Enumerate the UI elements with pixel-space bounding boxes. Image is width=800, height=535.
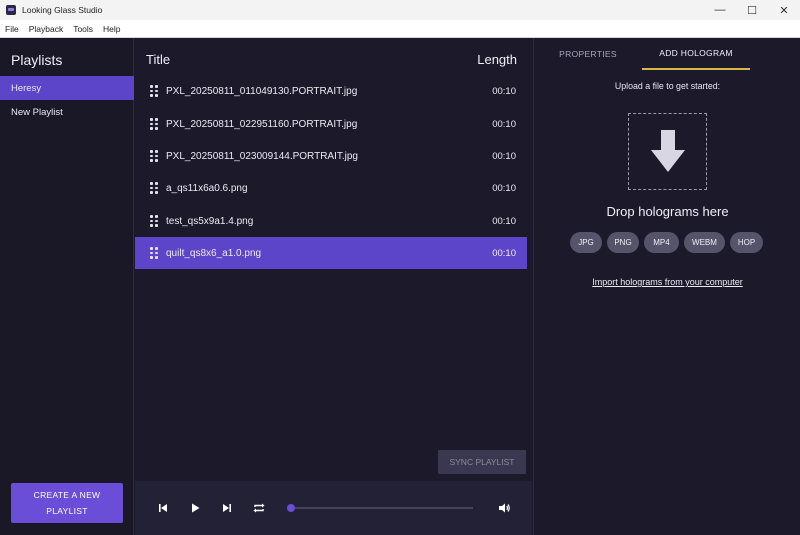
format-badge-png: PNG	[607, 232, 639, 253]
playlist-item-label: New Playlist	[11, 106, 63, 118]
drop-holograms-text: Drop holograms here	[606, 204, 729, 219]
minimize-button[interactable]: —	[704, 0, 736, 20]
import-holograms-link[interactable]: Import holograms from your computer	[534, 277, 800, 287]
format-badge-webm: WEBM	[684, 232, 725, 253]
menu-tools[interactable]: Tools	[68, 24, 98, 34]
drag-handle-icon[interactable]	[150, 182, 158, 194]
menu-help[interactable]: Help	[98, 24, 125, 34]
close-button[interactable]: ✕	[768, 0, 800, 20]
format-badge-hop: HOP	[730, 232, 763, 253]
file-row-selected[interactable]: quilt_qs8x6_a1.0.png 00:10	[135, 237, 527, 269]
app-logo-icon	[6, 5, 16, 15]
create-playlist-button[interactable]: CREATE A NEW PLAYLIST	[11, 483, 123, 523]
drag-handle-icon[interactable]	[150, 150, 158, 162]
upload-instruction: Upload a file to get started:	[614, 81, 721, 91]
skip-previous-icon[interactable]	[156, 501, 170, 515]
drag-handle-icon[interactable]	[150, 215, 158, 227]
file-row[interactable]: PXL_20250811_011049130.PORTRAIT.jpg 00:1…	[135, 75, 527, 107]
title-bar: Looking Glass Studio — ☐ ✕	[0, 0, 800, 20]
column-header-title: Title	[146, 52, 171, 67]
file-name: PXL_20250811_011049130.PORTRAIT.jpg	[166, 85, 358, 97]
file-length: 00:10	[492, 118, 516, 130]
drag-handle-icon[interactable]	[150, 118, 158, 130]
file-name: PXL_20250811_023009144.PORTRAIT.jpg	[166, 150, 358, 162]
sidebar-title: Playlists	[11, 52, 63, 68]
playlist-item-heresy[interactable]: Heresy	[0, 76, 134, 100]
tab-add-hologram[interactable]: ADD HOLOGRAM	[642, 38, 750, 70]
file-length: 00:10	[492, 247, 516, 259]
player-controls	[135, 481, 532, 535]
file-name: a_qs11x6a0.6.png	[166, 182, 248, 194]
play-icon[interactable]	[188, 501, 202, 515]
menu-playback[interactable]: Playback	[24, 24, 69, 34]
repeat-icon[interactable]	[252, 501, 266, 515]
drag-handle-icon[interactable]	[150, 247, 158, 259]
file-length: 00:10	[492, 215, 516, 227]
tab-properties[interactable]: PROPERTIES	[552, 38, 624, 70]
maximize-button[interactable]: ☐	[736, 0, 768, 20]
sync-playlist-button[interactable]: SYNC PLAYLIST	[438, 450, 526, 474]
file-length: 00:10	[492, 150, 516, 162]
file-length: 00:10	[492, 85, 516, 97]
file-row[interactable]: test_qs5x9a1.4.png 00:10	[135, 205, 527, 237]
playlist-item-new-playlist[interactable]: New Playlist	[0, 100, 134, 124]
skip-next-icon[interactable]	[220, 501, 234, 515]
drag-handle-icon[interactable]	[150, 85, 158, 97]
window-controls: — ☐ ✕	[704, 0, 800, 20]
menu-bar: File Playback Tools Help	[0, 20, 800, 38]
file-row[interactable]: a_qs11x6a0.6.png 00:10	[135, 172, 527, 204]
file-row[interactable]: PXL_20250811_023009144.PORTRAIT.jpg 00:1…	[135, 140, 527, 172]
file-name: PXL_20250811_022951160.PORTRAIT.jpg	[166, 118, 358, 130]
volume-icon[interactable]	[497, 501, 511, 515]
arrow-down-icon	[650, 129, 685, 172]
playlist-item-label: Heresy	[11, 82, 42, 94]
create-playlist-label-line1: CREATE A NEW	[33, 490, 101, 500]
hologram-drop-zone[interactable]	[628, 113, 707, 190]
file-length: 00:10	[492, 182, 516, 194]
column-header-length: Length	[477, 52, 517, 67]
playback-progress-slider[interactable]	[287, 504, 473, 512]
file-name: test_qs5x9a1.4.png	[166, 215, 254, 227]
hologram-panel: PROPERTIES ADD HOLOGRAM Upload a file to…	[533, 38, 800, 535]
supported-formats: JPG PNG MP4 WEBM HOP	[570, 232, 768, 253]
playlist-content: Title Length PXL_20250811_011049130.PORT…	[135, 38, 532, 535]
format-badge-mp4: MP4	[644, 232, 679, 253]
file-row[interactable]: PXL_20250811_022951160.PORTRAIT.jpg 00:1…	[135, 108, 527, 140]
progress-knob[interactable]	[287, 504, 295, 512]
format-badge-jpg: JPG	[570, 232, 602, 253]
window-title: Looking Glass Studio	[22, 5, 103, 15]
menu-file[interactable]: File	[0, 24, 24, 34]
file-name: quilt_qs8x6_a1.0.png	[166, 247, 262, 259]
create-playlist-label-line2: PLAYLIST	[46, 506, 88, 516]
playlists-sidebar: Playlists Heresy New Playlist CREATE A N…	[0, 38, 134, 535]
